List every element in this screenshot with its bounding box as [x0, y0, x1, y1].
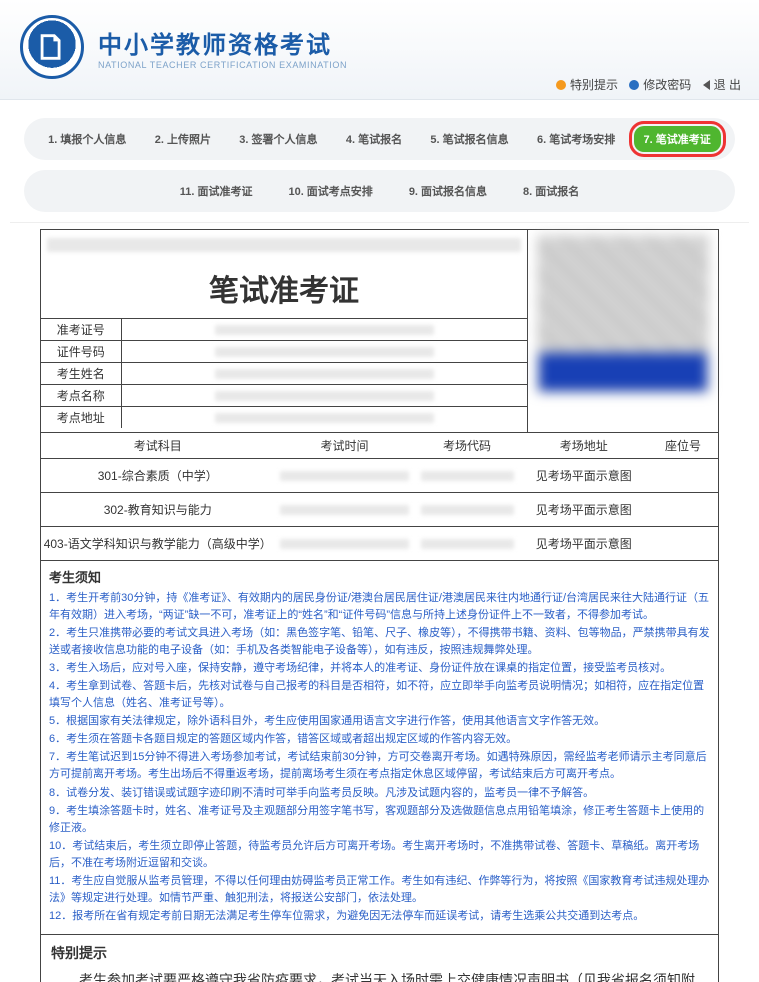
- ticket-top-section: 笔试准考证 准考证号 证件号码 考生姓名 考点名称 考点地址: [41, 230, 718, 433]
- redacted-text: [47, 238, 521, 252]
- notice-line: 6．考生须在答题卡各题目规定的答题区域内作答，错答区域或者超出规定区域的作答内容…: [49, 731, 710, 748]
- step-5[interactable]: 5. 笔试报名信息: [420, 126, 518, 152]
- notice-line: 11．考生应自觉服从监考员管理，不得以任何理由妨碍监考员正常工作。考生如有违纪、…: [49, 873, 710, 907]
- logo-icon: [20, 15, 84, 79]
- notice-line: 4．考生拿到试卷、答题卡后，先核对试卷与自己报考的科目是否相符，如不符，应立即举…: [49, 678, 710, 712]
- exit-icon: [703, 80, 710, 90]
- link-label: 特别提示: [570, 76, 618, 93]
- table-row: 考点名称: [41, 385, 527, 407]
- ticket-info-left: 笔试准考证 准考证号 证件号码 考生姓名 考点名称 考点地址: [41, 230, 528, 432]
- room-addr: 见考场平面示意图: [520, 463, 648, 488]
- field-value-redacted: [121, 385, 527, 407]
- redacted-cell: [415, 533, 520, 555]
- header-links: 特别提示 修改密码 退 出: [548, 76, 741, 93]
- link-special-tip[interactable]: 特别提示: [556, 76, 618, 93]
- content-scroll-pane[interactable]: 笔试准考证 准考证号 证件号码 考生姓名 考点名称 考点地址 考试科目 考试时间…: [10, 222, 749, 982]
- step-1[interactable]: 1. 填报个人信息: [38, 126, 136, 152]
- field-label: 证件号码: [41, 341, 121, 363]
- notice-title: 考生须知: [49, 567, 710, 586]
- link-logout[interactable]: 退 出: [703, 76, 741, 93]
- step-7-active[interactable]: 7. 笔试准考证: [634, 126, 721, 152]
- table-row: 考生姓名: [41, 363, 527, 385]
- col-time: 考试时间: [274, 433, 414, 458]
- field-label: 考点地址: [41, 407, 121, 429]
- site-title-en: NATIONAL TEACHER CERTIFICATION EXAMINATI…: [98, 60, 347, 70]
- table-row: 考点地址: [41, 407, 527, 429]
- field-label: 准考证号: [41, 319, 121, 341]
- admission-ticket: 笔试准考证 准考证号 证件号码 考生姓名 考点名称 考点地址 考试科目 考试时间…: [40, 229, 719, 982]
- candidate-fields-table: 准考证号 证件号码 考生姓名 考点名称 考点地址: [41, 318, 527, 428]
- col-subject: 考试科目: [41, 433, 274, 458]
- redacted-cell: [415, 465, 520, 487]
- app-header: NTCE 中小学教师资格考试 NATIONAL TEACHER CERTIFIC…: [0, 0, 759, 100]
- redacted-cell: [274, 533, 414, 555]
- warning-icon: [556, 80, 566, 90]
- col-roomcode: 考场代码: [415, 433, 520, 458]
- subject-name: 403-语文学科知识与教学能力（高级中学）: [41, 531, 274, 556]
- field-label: 考点名称: [41, 385, 121, 407]
- step-4[interactable]: 4. 笔试报名: [336, 126, 412, 152]
- redacted-cell: [648, 472, 718, 480]
- table-row: 准考证号: [41, 319, 527, 341]
- subject-table-header: 考试科目 考试时间 考场代码 考场地址 座位号: [41, 433, 718, 459]
- notice-line: 1．考生开考前30分钟，持《准考证》、有效期内的居民身份证/港澳台居民居住证/港…: [49, 590, 710, 624]
- avatar-icon: [629, 80, 639, 90]
- step-3[interactable]: 3. 签署个人信息: [229, 126, 327, 152]
- special-title: 特别提示: [51, 943, 708, 963]
- logo-block: 中小学教师资格考试 NATIONAL TEACHER CERTIFICATION…: [0, 0, 759, 79]
- subject-name: 301-综合素质（中学）: [41, 463, 274, 488]
- step-9[interactable]: 9. 面试报名信息: [399, 178, 497, 204]
- site-title-cn: 中小学教师资格考试: [98, 25, 347, 60]
- link-label: 修改密码: [643, 76, 691, 93]
- field-label: 考生姓名: [41, 363, 121, 385]
- notice-line: 9．考生填涂答题卡时，姓名、准考证号及主观题部分用签字笔书写，客观题部分及选做题…: [49, 803, 710, 837]
- step-8[interactable]: 8. 面试报名: [513, 178, 589, 204]
- step-10[interactable]: 10. 面试考点安排: [278, 178, 382, 204]
- notice-line: 10．考试结束后，考生须立即停止答题，待监考员允许后方可离开考场。考生离开考场时…: [49, 838, 710, 872]
- notice-line: 8．试卷分发、装订错误或试题字迹印刷不清时可举手向监考员反映。凡涉及试题内容的，…: [49, 785, 710, 802]
- step-6[interactable]: 6. 笔试考场安排: [527, 126, 625, 152]
- steps-row-2: 11. 面试准考证 10. 面试考点安排 9. 面试报名信息 8. 面试报名: [24, 170, 735, 212]
- notice-line: 5．根据国家有关法律规定，除外语科目外，考生应使用国家通用语言文字进行作答，使用…: [49, 713, 710, 730]
- subject-row: 403-语文学科知识与教学能力（高级中学） 见考场平面示意图: [41, 527, 718, 561]
- steps-nav: 1. 填报个人信息 2. 上传照片 3. 签署个人信息 4. 笔试报名 5. 笔…: [0, 100, 759, 212]
- notice-line: 7．考生笔试迟到15分钟不得进入考场参加考试，考试结束前30分钟，方可交卷离开考…: [49, 749, 710, 783]
- step-11[interactable]: 11. 面试准考证: [170, 178, 263, 204]
- redacted-cell: [415, 499, 520, 521]
- link-change-password[interactable]: 修改密码: [629, 76, 691, 93]
- special-notice: 特别提示 考生参加考试要严格遵守我省防疫要求，考试当天入场时需上交健康情况声明书…: [41, 935, 718, 982]
- step-2[interactable]: 2. 上传照片: [145, 126, 221, 152]
- room-addr: 见考场平面示意图: [520, 531, 648, 556]
- field-value-redacted: [121, 341, 527, 363]
- field-value-redacted: [121, 407, 527, 429]
- col-seat: 座位号: [648, 433, 718, 458]
- col-roomaddr: 考场地址: [520, 433, 648, 458]
- redacted-cell: [274, 499, 414, 521]
- room-addr: 见考场平面示意图: [520, 497, 648, 522]
- special-text: 考生参加考试要严格遵守我省防疫要求，考试当天入场时需上交健康情况声明书（见我省报…: [51, 969, 708, 982]
- notice-line: 2．考生只准携带必要的考试文具进入考场（如：黑色签字笔、铅笔、尺子、橡皮等），不…: [49, 625, 710, 659]
- notice-line: 3．考生入场后，应对号入座，保持安静，遵守考场纪律，并将本人的准考证、身份证件放…: [49, 660, 710, 677]
- candidate-photo-cell: [528, 230, 718, 432]
- subject-row: 302-教育知识与能力 见考场平面示意图: [41, 493, 718, 527]
- field-value-redacted: [121, 319, 527, 341]
- subject-name: 302-教育知识与能力: [41, 497, 274, 522]
- redacted-cell: [648, 540, 718, 548]
- table-row: 证件号码: [41, 341, 527, 363]
- redacted-cell: [648, 506, 718, 514]
- candidate-notice: 考生须知 1．考生开考前30分钟，持《准考证》、有效期内的居民身份证/港澳台居民…: [41, 561, 718, 935]
- ticket-title: 笔试准考证: [41, 256, 527, 318]
- link-label: 退 出: [714, 76, 741, 93]
- steps-row-1: 1. 填报个人信息 2. 上传照片 3. 签署个人信息 4. 笔试报名 5. 笔…: [24, 118, 735, 160]
- field-value-redacted: [121, 363, 527, 385]
- redacted-cell: [274, 465, 414, 487]
- notice-line: 12．报考所在省有规定考前日期无法满足考生停车位需求，为避免因无法停车而延误考试…: [49, 908, 710, 925]
- subject-row: 301-综合素质（中学） 见考场平面示意图: [41, 459, 718, 493]
- candidate-photo-blurred: [538, 236, 708, 392]
